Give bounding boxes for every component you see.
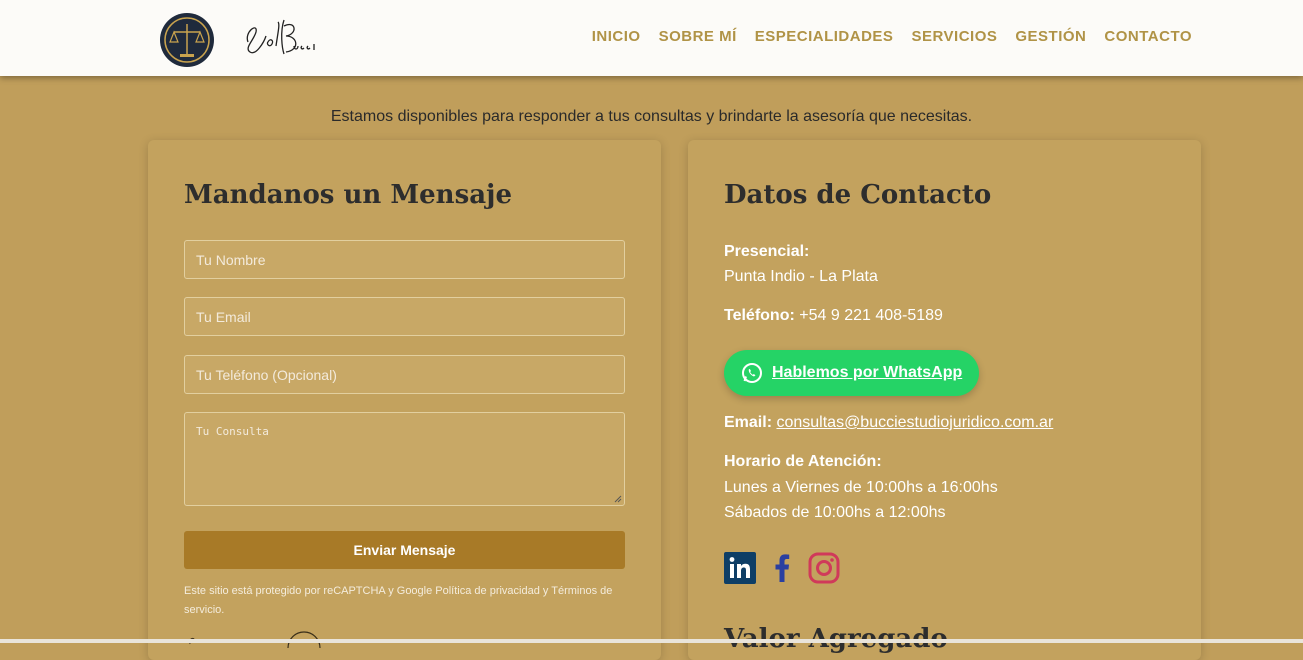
hours-label-block: Horario de Atención: [724, 453, 882, 471]
page-bottom-edge [0, 639, 1303, 643]
phone-block: Teléfono: +54 9 221 408-5189 [724, 307, 943, 325]
hours-saturday: Sábados de 10:00hs a 12:00hs [724, 504, 946, 521]
nav-contacto[interactable]: CONTACTO [1104, 28, 1192, 45]
nav-servicios[interactable]: SERVICIOS [911, 28, 997, 45]
phone-label: Teléfono: [724, 307, 795, 324]
facebook-icon[interactable] [772, 552, 792, 584]
signature-logo-icon[interactable] [240, 12, 320, 60]
presencial-value: Punta Indio - La Plata [724, 268, 878, 285]
contact-details-card: Datos de Contacto Presencial: Punta Indi… [688, 140, 1201, 660]
site-header: INICIO SOBRE MÍ ESPECIALIDADES SERVICIOS… [0, 0, 1303, 76]
whatsapp-label: Hablemos por WhatsApp [772, 364, 963, 381]
email-block: Email: consultas@bucciestudiojuridico.co… [724, 414, 1053, 432]
presencial-block: Presencial: [724, 243, 809, 261]
intro-text: Estamos disponibles para responder a tus… [330, 108, 973, 125]
nav-especialidades[interactable]: ESPECIALIDADES [755, 28, 894, 45]
linkedin-icon[interactable] [724, 552, 756, 584]
send-message-button[interactable]: Enviar Mensaje [184, 531, 625, 569]
main-nav: INICIO SOBRE MÍ ESPECIALIDADES SERVICIOS… [592, 28, 1192, 45]
email-link[interactable]: consultas@bucciestudiojuridico.com.ar [776, 414, 1053, 431]
presencial-label: Presencial: [724, 243, 810, 260]
nav-inicio[interactable]: INICIO [592, 28, 641, 45]
phone-placeholder: Tu Teléfono (Opcional) [196, 366, 337, 383]
whatsapp-icon [742, 363, 762, 383]
instagram-icon[interactable] [808, 552, 840, 584]
resize-handle-icon[interactable] [614, 495, 622, 503]
hours-weekdays: Lunes a Viernes de 10:00hs a 16:00hs [724, 479, 998, 496]
name-input[interactable]: Tu Nombre [184, 240, 625, 279]
message-textarea[interactable]: Tu Consulta [184, 412, 625, 506]
social-links [724, 552, 840, 584]
message-placeholder: Tu Consulta [196, 425, 269, 438]
nav-gestion[interactable]: GESTIÓN [1015, 28, 1086, 45]
contact-form-card: Mandanos un Mensaje Tu Nombre Tu Email T… [148, 140, 661, 660]
whatsapp-button[interactable]: Hablemos por WhatsApp [724, 350, 979, 396]
nav-sobre-mi[interactable]: SOBRE MÍ [659, 28, 737, 45]
contact-title: Datos de Contacto [724, 180, 992, 210]
phone-value: +54 9 221 408-5189 [799, 307, 943, 324]
hours-label: Horario de Atención: [724, 453, 882, 470]
form-title: Mandanos un Mensaje [184, 180, 513, 210]
email-label: Email: [724, 414, 773, 431]
name-placeholder: Tu Nombre [196, 251, 266, 268]
phone-input[interactable]: Tu Teléfono (Opcional) [184, 355, 625, 394]
email-placeholder: Tu Email [196, 308, 251, 325]
recaptcha-note: Este sitio está protegido por reCAPTCHA … [184, 585, 613, 616]
seal-logo-icon[interactable] [154, 8, 220, 68]
email-input[interactable]: Tu Email [184, 297, 625, 336]
